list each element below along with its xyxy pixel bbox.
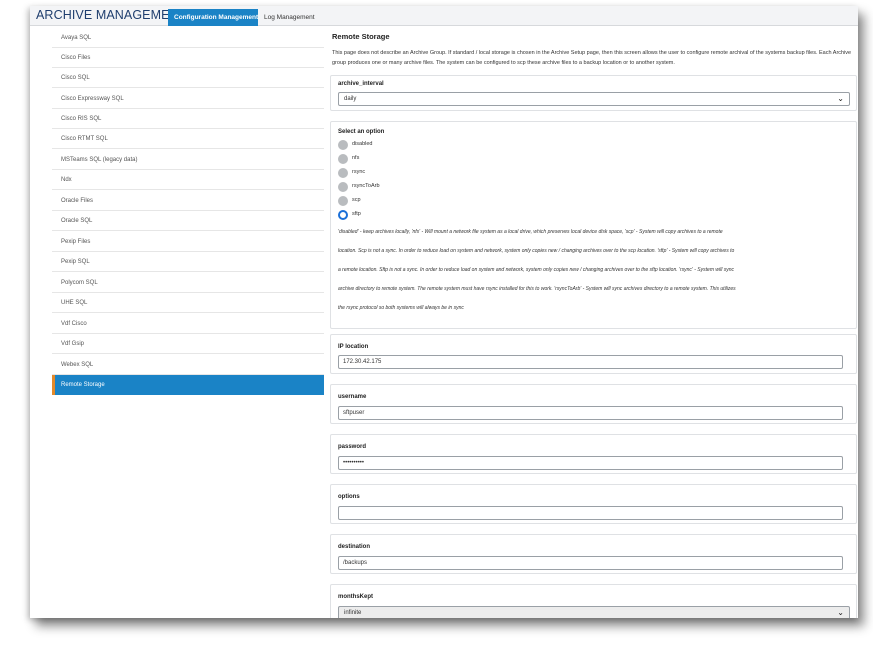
chevron-down-icon: ⌄ — [837, 608, 844, 617]
option-help-line-1: 'disabled' - keep archives locally, 'nfs… — [338, 229, 723, 235]
password-card: password •••••••••• — [330, 434, 857, 474]
sidebar-item-cisco-files[interactable]: Cisco Files — [52, 48, 324, 68]
sidebar-item-cisco-rtmt-sql[interactable]: Cisco RTMT SQL — [52, 129, 324, 149]
radio-label-rsynctoarb: rsyncToArb — [352, 183, 380, 189]
ip-location-input[interactable]: 172.30.42.175 — [338, 355, 843, 369]
option-label: Select an option — [338, 129, 385, 135]
option-help-line-3: a remote location. Sftp is not a sync. I… — [338, 267, 734, 273]
page-title: Remote Storage — [332, 32, 390, 41]
radio-button-icon[interactable] — [338, 182, 348, 192]
radio-button-icon[interactable] — [338, 140, 348, 150]
radio-label-disabled: disabled — [352, 141, 373, 147]
radio-button-icon[interactable] — [338, 196, 348, 206]
sidebar-item-oracle-sql[interactable]: Oracle SQL — [52, 211, 324, 231]
sidebar-item-uhe-sql[interactable]: UHE SQL — [52, 293, 324, 313]
option-help-line-4: archive directory to remote system. The … — [338, 286, 736, 292]
password-input[interactable]: •••••••••• — [338, 456, 843, 470]
sidebar-item-remote-storage[interactable]: Remote Storage — [52, 375, 324, 395]
password-label: password — [338, 444, 367, 450]
options-label: options — [338, 494, 360, 500]
ip-location-card: IP location 172.30.42.175 — [330, 334, 857, 374]
destination-label: destination — [338, 544, 371, 550]
username-input[interactable]: sftpuser — [338, 406, 843, 420]
radio-button-icon[interactable] — [338, 154, 348, 164]
months-kept-card: monthsKept infinite ⌄ — [330, 584, 857, 618]
sidebar-item-vdf-cisco[interactable]: Vdf Cisco — [52, 314, 324, 334]
sidebar-item-pexip-sql[interactable]: Pexip SQL — [52, 252, 324, 272]
sidebar-item-msteams-sql[interactable]: MSTeams SQL (legacy data) — [52, 150, 324, 170]
radio-label-rsync: rsync — [352, 169, 366, 175]
top-bar: ARCHIVE MANAGEMENT Configuration Managem… — [30, 6, 858, 26]
sidebar-item-webex-sql[interactable]: Webex SQL — [52, 355, 324, 375]
app-window: ARCHIVE MANAGEMENT Configuration Managem… — [30, 6, 858, 618]
options-card: options — [330, 484, 857, 524]
archive-interval-label: archive_interval — [338, 81, 384, 87]
main-panel: Remote Storage This page does not descri… — [330, 28, 858, 618]
ip-location-label: IP location — [338, 344, 369, 350]
sidebar-item-vdf-gsip[interactable]: Vdf Gsip — [52, 334, 324, 354]
page-description: This page does not describe an Archive G… — [332, 50, 852, 66]
sidebar-item-oracle-files[interactable]: Oracle Files — [52, 191, 324, 211]
months-kept-select[interactable]: infinite ⌄ — [338, 606, 850, 618]
chevron-down-icon: ⌄ — [837, 94, 844, 103]
sidebar-item-cisco-ris-sql[interactable]: Cisco RIS SQL — [52, 109, 324, 129]
radio-label-nfs: nfs — [352, 155, 360, 161]
archive-interval-select[interactable]: daily ⌄ — [338, 92, 850, 106]
username-card: username sftpuser — [330, 384, 857, 424]
radio-button-icon[interactable] — [338, 168, 348, 178]
sidebar: Avaya SQL Cisco Files Cisco SQL Cisco Ex… — [52, 28, 324, 618]
username-label: username — [338, 394, 367, 400]
option-help-line-5: the rsync protocol so both systems will … — [338, 305, 464, 311]
sidebar-item-avaya-sql[interactable]: Avaya SQL — [52, 28, 324, 48]
archive-interval-value: daily — [344, 96, 357, 102]
sidebar-item-polycom-sql[interactable]: Polycom SQL — [52, 273, 324, 293]
destination-input[interactable]: /backups — [338, 556, 843, 570]
option-help-line-2: location. Scp is not a sync. In order to… — [338, 248, 735, 254]
sidebar-item-ndx[interactable]: Ndx — [52, 170, 324, 190]
destination-card: destination /backups — [330, 534, 857, 574]
archive-interval-card: archive_interval daily ⌄ — [330, 75, 857, 111]
tab-log-management[interactable]: Log Management — [258, 9, 318, 26]
options-input[interactable] — [338, 506, 843, 520]
months-kept-label: monthsKept — [338, 594, 373, 600]
sidebar-item-pexip-files[interactable]: Pexip Files — [52, 232, 324, 252]
tab-configuration-management[interactable]: Configuration Management — [168, 9, 258, 26]
sidebar-item-cisco-sql[interactable]: Cisco SQL — [52, 68, 324, 88]
sidebar-item-cisco-expressway-sql[interactable]: Cisco Expressway SQL — [52, 89, 324, 109]
option-card: Select an option disabled nfs rsync rsyn… — [330, 121, 857, 329]
months-kept-value: infinite — [344, 610, 362, 616]
radio-label-sftp: sftp — [352, 211, 361, 217]
app-title: ARCHIVE MANAGEMENT — [36, 8, 187, 22]
radio-label-scp: scp — [352, 197, 361, 203]
radio-button-checked-icon[interactable] — [338, 210, 348, 220]
